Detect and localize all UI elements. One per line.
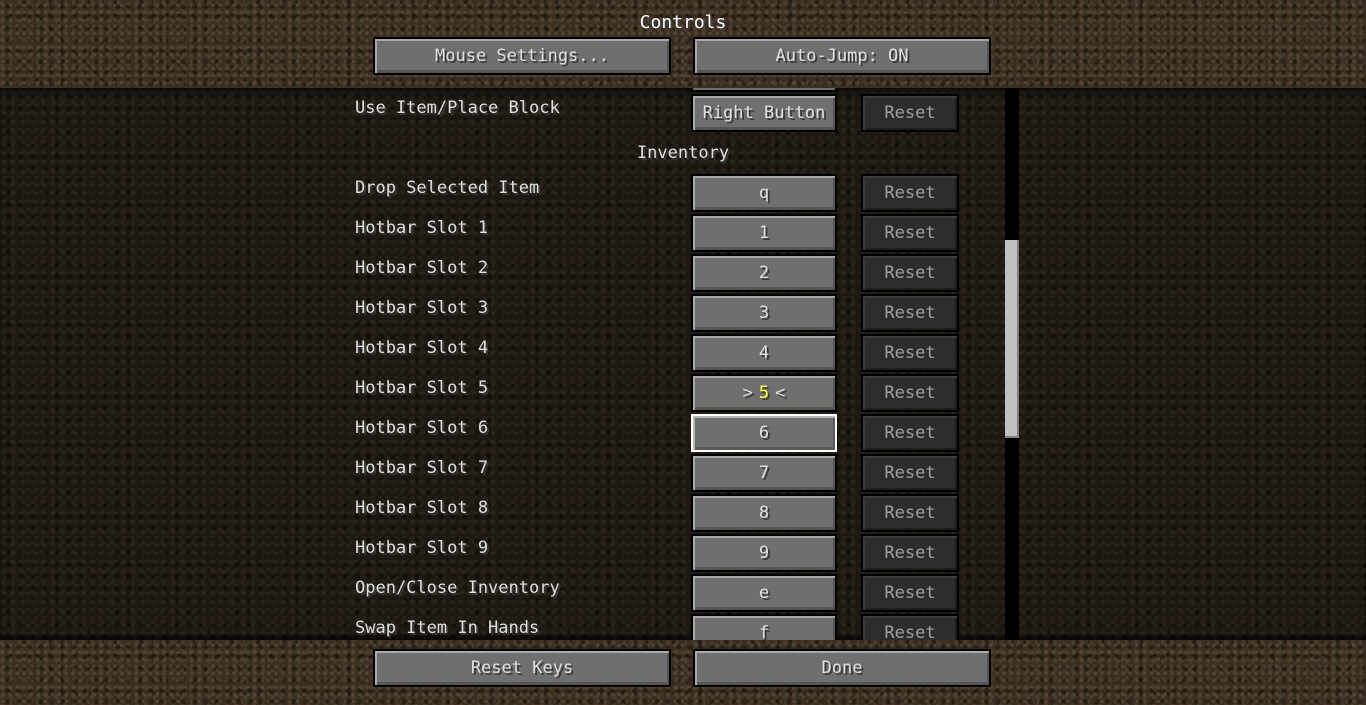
binding-label-use-item: Use Item/Place Block — [355, 98, 560, 118]
reset-button-hotbar-2[interactable]: Reset — [861, 254, 959, 292]
reset-button-hotbar-8[interactable]: Reset — [861, 494, 959, 532]
binding-label-hotbar-2: Hotbar Slot 2 — [355, 258, 489, 278]
key-button-inventory[interactable]: e — [691, 574, 837, 612]
listening-right-marker: < — [775, 383, 786, 403]
reset-button-hotbar-6[interactable]: Reset — [861, 414, 959, 452]
key-button-hotbar-3[interactable]: 3 — [691, 294, 837, 332]
binding-label-drop: Drop Selected Item — [355, 178, 540, 198]
reset-button-hotbar-1[interactable]: Reset — [861, 214, 959, 252]
key-button-swap-hands[interactable]: f — [691, 614, 837, 640]
key-button-hotbar-2[interactable]: 2 — [691, 254, 837, 292]
reset-button-hotbar-7[interactable]: Reset — [861, 454, 959, 492]
key-button-hotbar-5[interactable]: > 5 < — [691, 374, 837, 412]
reset-button-inventory[interactable]: Reset — [861, 574, 959, 612]
binding-label-hotbar-9: Hotbar Slot 9 — [355, 538, 489, 558]
reset-button-drop[interactable]: Reset — [861, 174, 959, 212]
reset-button-hotbar-4[interactable]: Reset — [861, 334, 959, 372]
key-button-use-item[interactable]: Right Button — [691, 94, 837, 132]
binding-label-hotbar-3: Hotbar Slot 3 — [355, 298, 489, 318]
reset-button-hotbar-9[interactable]: Reset — [861, 534, 959, 572]
binding-label-hotbar-7: Hotbar Slot 7 — [355, 458, 489, 478]
reset-button-hotbar-5[interactable]: Reset — [861, 374, 959, 412]
reset-keys-button[interactable]: Reset Keys — [373, 649, 671, 687]
binding-label-hotbar-6: Hotbar Slot 6 — [355, 418, 489, 438]
key-button-hotbar-1[interactable]: 1 — [691, 214, 837, 252]
binding-label-inventory: Open/Close Inventory — [355, 578, 560, 598]
binding-label-swap-hands: Swap Item In Hands — [355, 618, 540, 638]
key-button-drop[interactable]: q — [691, 174, 837, 212]
key-button-hotbar-9[interactable]: 9 — [691, 534, 837, 572]
mouse-settings-button[interactable]: Mouse Settings... — [373, 37, 671, 75]
key-button-hotbar-4[interactable]: 4 — [691, 334, 837, 372]
done-button[interactable]: Done — [693, 649, 991, 687]
binding-label-hotbar-1: Hotbar Slot 1 — [355, 218, 489, 238]
keybind-list[interactable]: Use Item/Place Block Right Button Reset … — [0, 88, 1366, 640]
listening-key-value: 5 — [758, 383, 770, 403]
auto-jump-button[interactable]: Auto-Jump: ON — [693, 37, 991, 75]
binding-label-hotbar-5: Hotbar Slot 5 — [355, 378, 489, 398]
footer-background — [0, 640, 1366, 705]
key-button-hotbar-8[interactable]: 8 — [691, 494, 837, 532]
reset-button-use-item[interactable]: Reset — [861, 94, 959, 132]
reset-button-hotbar-3[interactable]: Reset — [861, 294, 959, 332]
scrollbar-thumb[interactable] — [1005, 240, 1019, 438]
previous-key-button-edge — [691, 88, 837, 92]
key-button-hotbar-7[interactable]: 7 — [691, 454, 837, 492]
category-inventory: Inventory — [636, 143, 730, 163]
key-button-hotbar-6[interactable]: 6 — [691, 414, 837, 452]
binding-label-hotbar-4: Hotbar Slot 4 — [355, 338, 489, 358]
reset-button-swap-hands[interactable]: Reset — [861, 614, 959, 640]
listening-left-marker: > — [742, 383, 753, 403]
page-title: Controls — [639, 12, 727, 33]
binding-label-hotbar-8: Hotbar Slot 8 — [355, 498, 489, 518]
